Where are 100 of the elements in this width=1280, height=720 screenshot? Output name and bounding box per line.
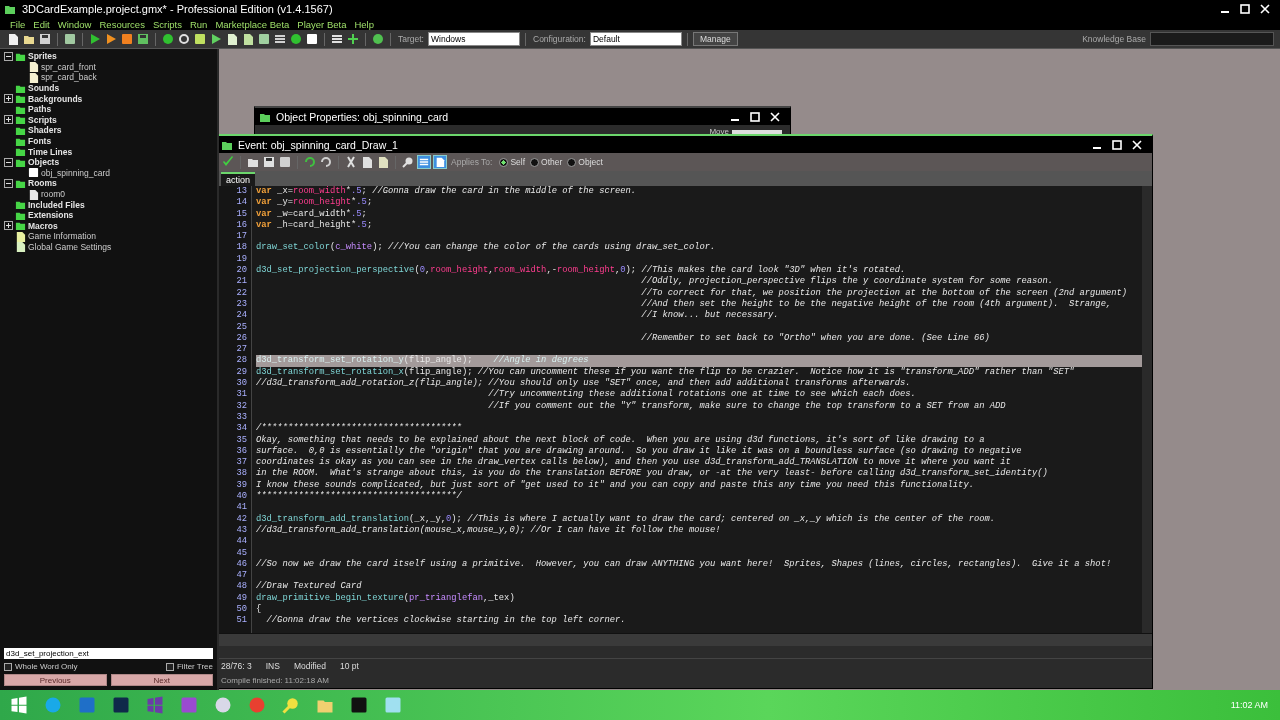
line-number: 38 <box>235 468 248 480</box>
search-icon <box>282 696 300 714</box>
target-dropdown[interactable]: Windows <box>428 32 520 46</box>
tree-item[interactable]: Backgrounds <box>28 93 83 104</box>
tree-item[interactable]: Sounds <box>28 83 60 94</box>
code-line: var _y=room_height*.5; <box>256 197 373 208</box>
menu-item[interactable]: Run <box>189 18 208 30</box>
page-icon <box>435 157 445 167</box>
tree-item[interactable]: Objects <box>28 157 60 168</box>
code-line: in the ROOM. What's strange about this, is you do the translation BEFORE you draw, or -at the very least- before calling d3d_transform_set_identity() <box>256 468 1048 479</box>
status-text: 28/76: 3 <box>221 661 252 671</box>
line-number: 29 <box>235 366 248 379</box>
tree-item[interactable]: spr_card_back <box>41 72 97 83</box>
tree-item[interactable]: obj_spinning_card <box>41 167 110 178</box>
code-line: //Draw Textured Card <box>256 581 362 592</box>
close-icon[interactable] <box>1132 139 1142 150</box>
expand-icon[interactable] <box>4 115 13 125</box>
toolbar-button[interactable] <box>38 32 52 46</box>
line-number: 32 <box>235 400 248 412</box>
expand-icon[interactable] <box>4 221 13 231</box>
windows-logo-icon <box>10 696 28 714</box>
close-icon[interactable] <box>1260 4 1270 14</box>
tree-item[interactable]: Time Lines <box>28 146 73 157</box>
menu-item[interactable]: Edit <box>33 18 50 30</box>
tree-item[interactable]: Fonts <box>28 136 52 147</box>
line-number: 21 <box>235 276 248 288</box>
radio-button[interactable] <box>530 157 540 167</box>
maximize-icon[interactable] <box>1240 4 1250 14</box>
code-line: //To correct for that, we position the projection at the bottom of the screen (2nd argument) <box>640 287 1128 298</box>
tree-item[interactable]: Global Game Settings <box>28 242 112 252</box>
clock: 11:02 AM <box>1230 700 1268 710</box>
line-number: 42 <box>235 513 248 525</box>
redo-icon <box>320 156 332 168</box>
code-line: //And then set the height to be the negative height of the room (4th argument). Strange, <box>640 298 1112 309</box>
nav-button[interactable]: Next <box>110 674 213 686</box>
maximize-icon[interactable] <box>1112 139 1122 150</box>
toolbar-button[interactable] <box>401 155 415 169</box>
toolbar-button[interactable] <box>344 155 358 169</box>
line-number: 33 <box>235 411 248 424</box>
line-number: 24 <box>235 310 248 322</box>
tree-item[interactable]: Paths <box>28 104 52 115</box>
toolbar-button[interactable] <box>262 155 276 169</box>
radio-button[interactable] <box>567 157 577 167</box>
collapse-icon[interactable] <box>4 51 13 61</box>
tree-item[interactable]: Rooms <box>28 178 57 189</box>
code-line: //Try uncommenting these additional rotations one at time to see which each does. <box>487 389 916 400</box>
open-folder-icon <box>23 33 35 45</box>
line-number: 51 <box>235 615 248 627</box>
tree-item[interactable]: Scripts <box>28 114 57 125</box>
horizontal-scrollbar[interactable] <box>219 633 1152 646</box>
vertical-scrollbar[interactable] <box>1142 186 1152 633</box>
toolbar-button[interactable] <box>88 32 102 46</box>
tree-item[interactable]: Macros <box>28 220 58 231</box>
maximize-icon[interactable] <box>750 111 760 122</box>
menu-item[interactable]: Scripts <box>152 18 182 30</box>
menu-item[interactable]: Resources <box>99 18 145 30</box>
knowledge-base-field[interactable] <box>1150 32 1274 46</box>
menu-item[interactable]: Marketplace Beta <box>215 18 290 30</box>
code-line: { <box>256 604 262 614</box>
folder-icon <box>15 114 26 126</box>
configuration-dropdown[interactable]: Default <box>589 32 682 46</box>
code-line: //d3d_transform_add_translation(mouse_x,mouse_y,0); //Or I can have it follow the mouse! <box>256 524 721 535</box>
close-icon[interactable] <box>770 111 780 122</box>
app-logo-icon <box>4 3 16 15</box>
menu-item[interactable]: Help <box>354 18 374 30</box>
line-number: 41 <box>235 502 248 514</box>
tree-item[interactable]: room0 <box>41 189 66 199</box>
nav-button[interactable]: Previous <box>4 674 107 686</box>
search-field[interactable]: d3d_set_projection_ext <box>4 648 213 659</box>
checkbox-label: Whole Word Only <box>15 662 78 671</box>
view-toggle-button[interactable] <box>433 155 447 169</box>
checkbox[interactable] <box>166 662 174 671</box>
folder-icon <box>15 199 26 211</box>
toolbar-button[interactable] <box>6 32 20 46</box>
radio-button[interactable] <box>499 157 509 167</box>
tree-item[interactable]: spr_card_front <box>41 61 96 72</box>
tree-item[interactable]: Extensions <box>28 210 74 221</box>
code-line: var _x=room_width*.5; //Gonna draw the card in the middle of the screen. <box>256 186 637 196</box>
editor-tab[interactable]: action <box>221 172 256 186</box>
checkbox[interactable] <box>4 662 12 671</box>
status-text: Modified <box>293 661 327 671</box>
expand-icon[interactable] <box>4 94 13 104</box>
new-file-icon <box>7 33 19 45</box>
tree-item[interactable]: Sprites <box>28 51 57 62</box>
collapse-icon[interactable] <box>4 157 13 167</box>
line-number: 48 <box>235 581 248 593</box>
menu-item[interactable]: File <box>10 18 26 30</box>
line-number: 31 <box>235 389 248 401</box>
manage-button[interactable]: Manage <box>692 32 738 46</box>
collapse-icon[interactable] <box>4 178 13 188</box>
menu-item[interactable]: Window <box>57 18 92 30</box>
tree-item[interactable]: Game Information <box>28 231 97 242</box>
menu-item[interactable]: Player Beta <box>297 18 347 30</box>
radio-label: Other <box>541 157 563 167</box>
line-number: 23 <box>235 298 248 311</box>
configuration-label: Configuration: <box>533 34 586 44</box>
toolbar-button[interactable] <box>346 32 360 46</box>
tree-item[interactable]: Shaders <box>28 125 62 136</box>
line-number: 35 <box>235 434 248 446</box>
tree-item[interactable]: Included Files <box>28 199 85 210</box>
